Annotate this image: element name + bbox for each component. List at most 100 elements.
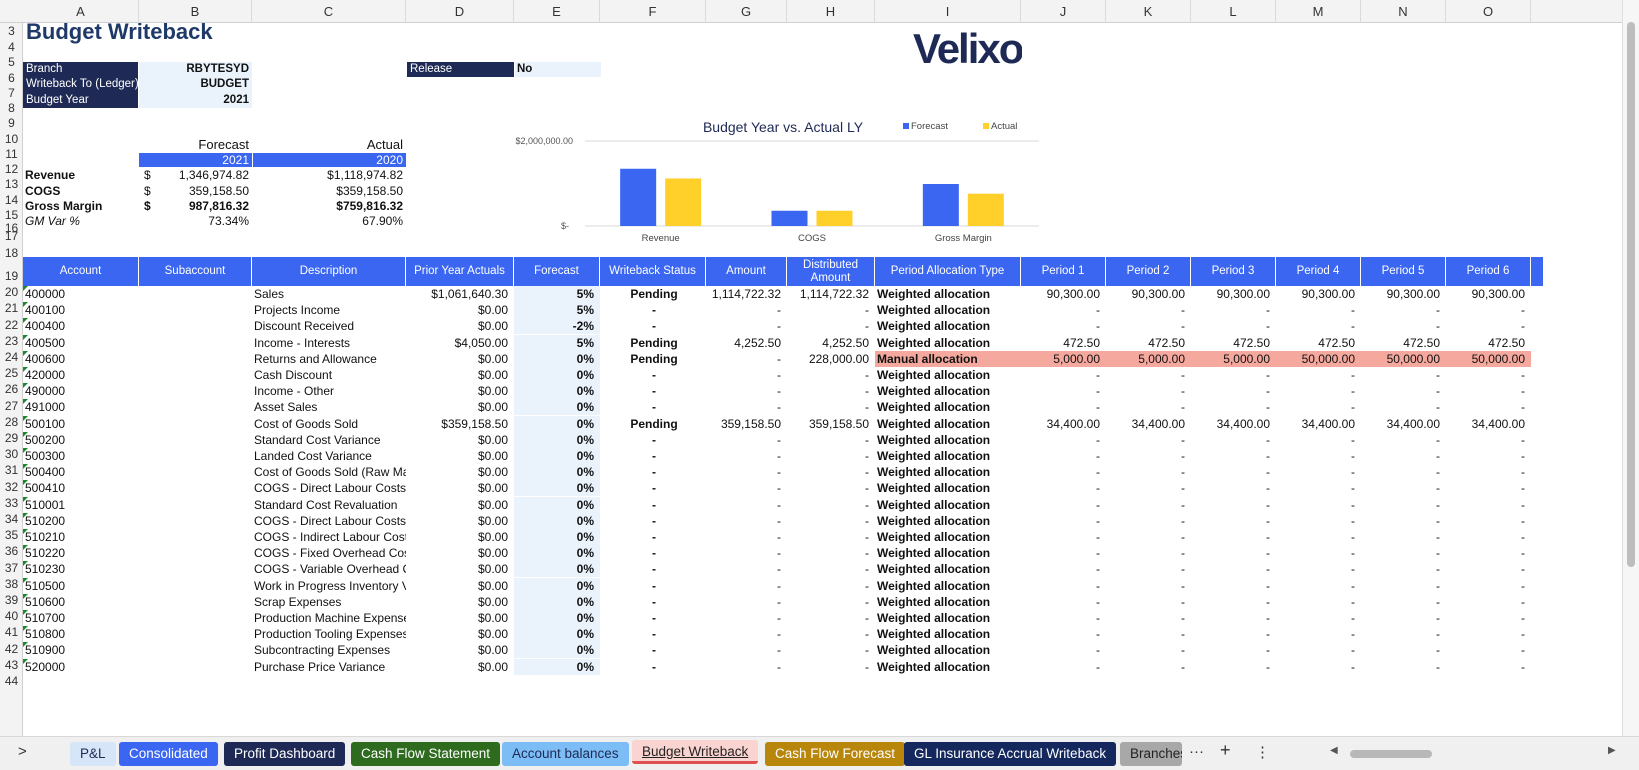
table-cell[interactable]: 0% xyxy=(514,610,600,626)
table-cell[interactable]: - xyxy=(1021,529,1106,545)
table-cell[interactable]: - xyxy=(1276,594,1361,610)
row-header-44[interactable]: 44 xyxy=(0,673,22,689)
table-cell[interactable]: - xyxy=(600,318,706,334)
table-cell[interactable]: 90,300.00 xyxy=(1361,286,1446,302)
table-cell[interactable]: - xyxy=(1191,302,1276,318)
row-header-34[interactable]: 34 xyxy=(0,511,22,527)
table-cell[interactable]: $0.00 xyxy=(406,464,514,480)
table-cell[interactable]: 472.50 xyxy=(1106,335,1191,351)
table-row[interactable]: 510600 Scrap Expenses $0.00 0% - - - Weighted a… xyxy=(23,593,1543,610)
table-cell[interactable]: - xyxy=(706,351,787,367)
column-header-f[interactable]: F xyxy=(600,0,706,23)
column-header-k[interactable]: K xyxy=(1106,0,1191,23)
table-cell[interactable]: - xyxy=(1446,464,1531,480)
table-cell[interactable]: - xyxy=(600,399,706,415)
table-cell[interactable]: 500410 xyxy=(23,480,139,496)
table-cell[interactable]: - xyxy=(1361,318,1446,334)
table-cell[interactable]: Weighted allocation xyxy=(875,448,1021,464)
table-cell[interactable]: - xyxy=(1106,432,1191,448)
table-cell[interactable]: Landed Cost Variance xyxy=(252,448,406,464)
table-cell[interactable]: 0% xyxy=(514,577,600,594)
table-cell[interactable]: - xyxy=(1106,367,1191,383)
table-cell[interactable]: - xyxy=(600,367,706,383)
table-cell[interactable]: Weighted allocation xyxy=(875,286,1021,302)
table-row[interactable]: 510230 COGS - Variable Overhead Co $0.00 0%… xyxy=(23,561,1543,578)
table-cell[interactable]: - xyxy=(787,545,875,561)
table-cell[interactable]: - xyxy=(600,480,706,496)
table-cell[interactable]: - xyxy=(1191,399,1276,415)
table-row[interactable]: 400100 Projects Income $0.00 5% - - - Weighted … xyxy=(23,302,1543,319)
table-cell[interactable]: 34,400.00 xyxy=(1276,416,1361,432)
table-cell[interactable]: - xyxy=(1276,367,1361,383)
table-cell[interactable]: Pending xyxy=(600,416,706,432)
table-cell[interactable]: Weighted allocation xyxy=(875,561,1021,577)
table-cell[interactable]: - xyxy=(706,480,787,496)
column-header-c[interactable]: C xyxy=(252,0,406,23)
table-cell[interactable]: 34,400.00 xyxy=(1361,416,1446,432)
table-cell[interactable]: 0% xyxy=(514,658,600,675)
table-cell[interactable] xyxy=(139,529,252,545)
table-cell[interactable]: - xyxy=(787,302,875,318)
table-cell[interactable]: Cash Discount xyxy=(252,367,406,383)
table-cell[interactable]: 0% xyxy=(514,512,600,529)
table-cell[interactable]: - xyxy=(1021,480,1106,496)
table-cell[interactable]: 0% xyxy=(514,545,600,562)
table-cell[interactable]: 50,000.00 xyxy=(1446,350,1531,367)
table-cell[interactable]: - xyxy=(1106,480,1191,496)
table-cell[interactable]: 472.50 xyxy=(1276,335,1361,351)
row-header-10[interactable]: 10 xyxy=(0,131,22,147)
table-cell[interactable]: 0% xyxy=(514,464,600,481)
table-cell[interactable]: 1,114,722.32 xyxy=(706,286,787,302)
table-cell[interactable]: - xyxy=(1106,642,1191,658)
table-cell[interactable] xyxy=(139,335,252,351)
table-cell[interactable]: - xyxy=(600,432,706,448)
table-cell[interactable]: - xyxy=(1021,448,1106,464)
table-cell[interactable] xyxy=(139,302,252,318)
table-cell[interactable]: - xyxy=(1191,383,1276,399)
column-header-e[interactable]: E xyxy=(514,0,600,23)
table-cell[interactable]: - xyxy=(1446,578,1531,594)
row-header-41[interactable]: 41 xyxy=(0,624,22,640)
table-row[interactable]: 400400 Discount Received $0.00 -2% - - - Weight… xyxy=(23,318,1543,335)
column-header-g[interactable]: G xyxy=(706,0,787,23)
budget-vs-actual-chart[interactable]: Budget Year vs. Actual LY $2,000,000.00 $-… xyxy=(483,115,1043,245)
table-cell[interactable]: - xyxy=(1191,561,1276,577)
table-cell[interactable]: - xyxy=(706,561,787,577)
table-cell[interactable]: - xyxy=(1361,367,1446,383)
table-cell[interactable]: $0.00 xyxy=(406,545,514,561)
table-cell[interactable]: 228,000.00 xyxy=(787,351,875,367)
table-cell[interactable]: Weighted allocation xyxy=(875,610,1021,626)
row-header-25[interactable]: 25 xyxy=(0,365,22,381)
table-row[interactable]: 491000 Asset Sales $0.00 0% - - - Weighted allo… xyxy=(23,399,1543,416)
table-cell[interactable]: - xyxy=(706,659,787,675)
table-cell[interactable]: 1,114,722.32 xyxy=(787,286,875,302)
table-cell[interactable]: $0.00 xyxy=(406,610,514,626)
table-cell[interactable]: - xyxy=(1446,497,1531,513)
table-cell[interactable]: - xyxy=(1361,513,1446,529)
row-header-42[interactable]: 42 xyxy=(0,641,22,657)
table-cell[interactable]: 0% xyxy=(514,626,600,643)
table-row[interactable]: 510210 COGS - Indirect Labour Costs $0.00 0… xyxy=(23,529,1543,545)
row-header-36[interactable]: 36 xyxy=(0,543,22,559)
table-cell[interactable]: 0% xyxy=(514,593,600,610)
table-cell[interactable]: - xyxy=(1276,529,1361,545)
table-cell[interactable]: - xyxy=(1276,642,1361,658)
table-cell[interactable]: 0% xyxy=(514,480,600,497)
table-cell[interactable]: Weighted allocation xyxy=(875,497,1021,513)
table-cell[interactable]: - xyxy=(1191,480,1276,496)
table-row[interactable]: 510800 Production Tooling Expenses $0.00 0%… xyxy=(23,626,1543,643)
table-cell[interactable]: 400100 xyxy=(23,302,139,318)
table-cell[interactable]: Discount Received xyxy=(252,318,406,334)
table-cell[interactable]: 0% xyxy=(514,529,600,545)
table-cell[interactable]: $0.00 xyxy=(406,626,514,642)
table-cell[interactable]: $0.00 xyxy=(406,302,514,318)
table-cell[interactable]: - xyxy=(600,513,706,529)
table-cell[interactable]: $0.00 xyxy=(406,659,514,675)
table-cell[interactable]: $0.00 xyxy=(406,399,514,415)
row-header-19[interactable]: 19 xyxy=(0,268,22,284)
table-cell[interactable]: Projects Income xyxy=(252,302,406,318)
table-cell[interactable] xyxy=(139,367,252,383)
table-cell[interactable]: - xyxy=(1446,529,1531,545)
table-cell[interactable] xyxy=(139,448,252,464)
column-header-b[interactable]: B xyxy=(139,0,252,23)
